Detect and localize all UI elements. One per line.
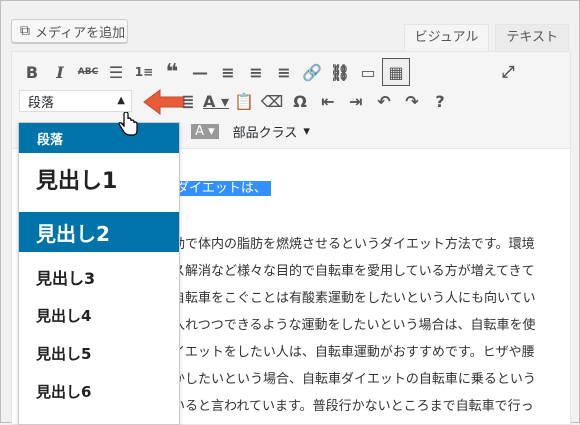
paste-text-icon[interactable]: 📋 xyxy=(230,87,258,115)
indent-icon[interactable]: ⇥ xyxy=(342,87,370,115)
editor-tabs: ビジュアル テキスト xyxy=(403,24,569,51)
format-select[interactable]: 段落 ▲ xyxy=(19,90,132,112)
dropdown-item-heading3[interactable]: 見出し3 xyxy=(19,259,179,295)
undo-icon[interactable]: ↶ xyxy=(370,87,398,115)
dropdown-item-paragraph[interactable]: 段落 xyxy=(19,123,179,153)
help-icon[interactable]: ? xyxy=(426,87,454,115)
link-icon[interactable]: 🔗 xyxy=(298,58,326,86)
strikethrough-icon[interactable]: ABC xyxy=(74,58,102,86)
dropdown-item-heading4[interactable]: 見出し4 xyxy=(19,297,179,333)
omega-icon[interactable]: Ω xyxy=(286,87,314,115)
add-media-label: メディアを追加 xyxy=(35,25,126,41)
format-select-value: 段落 xyxy=(28,95,55,111)
justify-icon[interactable]: ≣ xyxy=(174,87,202,115)
italic-icon[interactable]: I xyxy=(46,58,74,86)
content-line: いると言われています。普段行かないところまで自転車で行っ xyxy=(172,399,534,414)
content-line: かしたいという場合、自転車ダイエットの自転車に乗るという xyxy=(172,372,536,387)
read-more-icon[interactable]: ▭ xyxy=(354,58,382,86)
chevron-down-icon: ▾ xyxy=(303,123,310,139)
media-icon: ⧉ xyxy=(20,23,30,39)
align-right-icon[interactable]: ≡ xyxy=(270,58,298,86)
toolbar-toggle-icon[interactable]: ▦ xyxy=(382,58,410,86)
tab-text[interactable]: テキスト xyxy=(495,24,569,51)
background-color-icon[interactable]: A ▾ xyxy=(191,123,219,139)
dropdown-item-heading6[interactable]: 見出し6 xyxy=(19,373,179,409)
blockquote-icon[interactable]: ❝ xyxy=(158,58,186,86)
text-color-icon[interactable]: A ▾ xyxy=(202,87,230,115)
unlink-icon[interactable]: ⛓ xyxy=(326,58,354,86)
content-line: ス解消など様々な目的で自転車を愛用している方が増えてきて xyxy=(172,264,535,279)
fullscreen-icon[interactable]: ⤢ xyxy=(494,58,522,86)
dropdown-item-heading5[interactable]: 見出し5 xyxy=(19,335,179,371)
parts-class-select[interactable]: 部品クラス xyxy=(233,122,298,141)
format-dropdown: 段落 見出し1 見出し2 見出し3 見出し4 見出し5 見出し6 xyxy=(18,122,180,425)
align-left-icon[interactable]: ≡ xyxy=(214,58,242,86)
redo-icon[interactable]: ↷ xyxy=(398,87,426,115)
add-media-button[interactable]: ⧉ メディアを追加 xyxy=(11,19,128,43)
content-line: 動で体内の脂肪を燃焼させるというダイエット方法です。環境 xyxy=(172,237,535,252)
align-center-icon[interactable]: ≡ xyxy=(242,58,270,86)
content-line: 自転車をこぐことは有酸素運動をしたいという人にも向いてい xyxy=(172,291,536,306)
selected-text: ダイエットは、 xyxy=(172,181,271,196)
numbered-list-icon[interactable]: 1≡ xyxy=(130,58,158,86)
dropdown-item-heading2[interactable]: 見出し2 xyxy=(19,212,179,252)
bullet-list-icon[interactable]: ☰ xyxy=(102,58,130,86)
hand-cursor-icon xyxy=(118,112,138,136)
content-line: イエットをしたい人は、自転車運動がおすすめです。ヒザや腰 xyxy=(172,345,535,360)
bold-icon[interactable]: B xyxy=(18,58,46,86)
outdent-icon[interactable]: ⇤ xyxy=(314,87,342,115)
chevron-down-icon: ▲ xyxy=(117,95,125,106)
content-line: 入れつつできるような運動をしたいという場合は、自転車を使 xyxy=(172,318,536,333)
dropdown-item-heading1[interactable]: 見出し1 xyxy=(19,157,179,201)
clear-formatting-icon[interactable]: ⌫ xyxy=(258,87,286,115)
horizontal-line-icon[interactable]: — xyxy=(186,58,214,86)
tab-visual[interactable]: ビジュアル xyxy=(403,24,490,51)
